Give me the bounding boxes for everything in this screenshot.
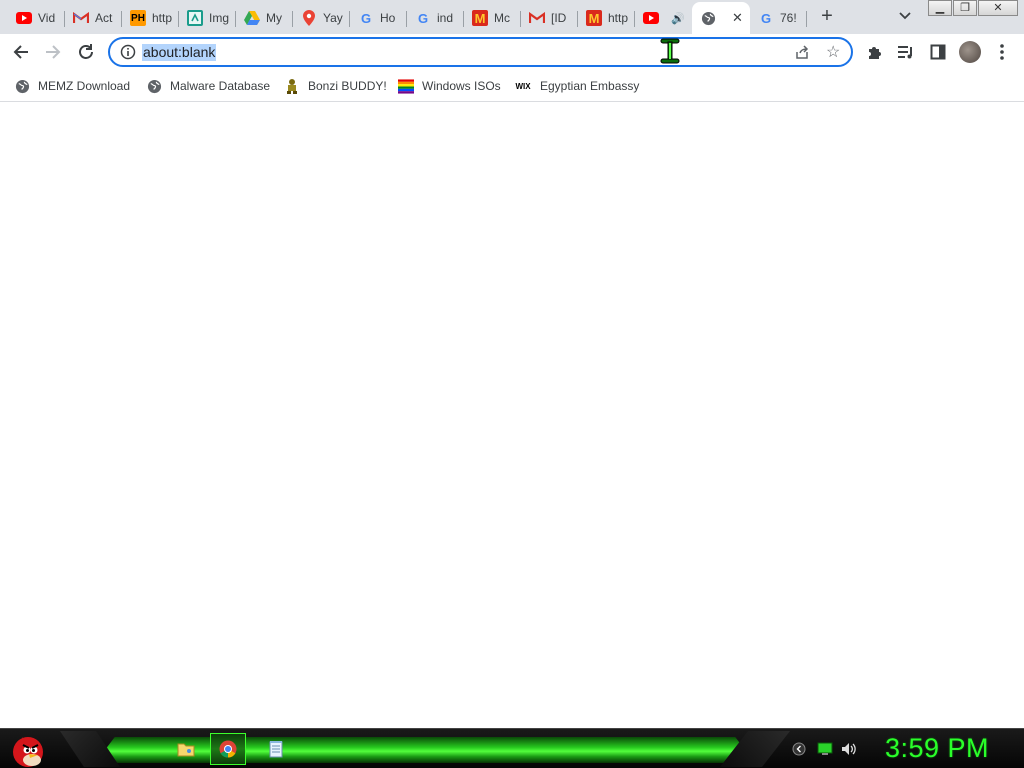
tab-title: Yay (323, 11, 343, 25)
bookmark-label: MEMZ Download (38, 79, 131, 93)
youtube-icon (643, 10, 659, 26)
bookmark-windows-isos[interactable]: Windows ISOs (398, 76, 501, 96)
bookmark-memz-download[interactable]: MEMZ Download (14, 76, 130, 96)
chrome-icon (219, 740, 237, 758)
tab-title: http (608, 11, 628, 25)
tab-search-chevron-icon[interactable] (896, 7, 914, 25)
mcdonalds-icon: M (586, 10, 602, 26)
taskbar-file-explorer[interactable] (168, 733, 204, 765)
tab[interactable]: Vid (8, 2, 65, 34)
taskbar-chrome[interactable] (210, 733, 246, 765)
tab[interactable]: M Mc (464, 2, 521, 34)
globe-icon (14, 78, 30, 94)
tab[interactable]: 🔊 (635, 2, 692, 34)
google-icon: G (360, 10, 372, 26)
tab-title: Mc (494, 11, 510, 25)
tab-title: [ID (551, 11, 567, 25)
chrome-menu-icon[interactable] (992, 42, 1012, 62)
tab-strip: Vid Act PH http Img My Yay G Ho G ind M … (0, 0, 1024, 34)
tab[interactable]: Act (65, 2, 122, 34)
tab[interactable]: My (236, 2, 293, 34)
text-cursor-icon (660, 38, 680, 64)
tab-title: Vid (38, 11, 56, 25)
wix-icon: WIX (515, 81, 531, 91)
tab[interactable]: G 76! (750, 2, 807, 34)
tab-title: Act (95, 11, 113, 25)
tab[interactable]: Img (179, 2, 236, 34)
taskbar-notepad[interactable] (258, 733, 294, 765)
tab-title: ind (437, 11, 454, 25)
minimize-button[interactable]: ▁ (928, 0, 952, 16)
google-maps-icon (301, 10, 317, 26)
share-icon[interactable] (794, 44, 810, 60)
tab[interactable]: M http (578, 2, 635, 34)
google-icon: G (760, 10, 772, 26)
gmail-icon (529, 10, 545, 26)
tab-title: Img (209, 11, 229, 25)
bookmark-star-icon[interactable]: ☆ (826, 42, 840, 62)
page-content[interactable] (0, 103, 1024, 728)
extensions-puzzle-icon[interactable] (864, 42, 884, 62)
bookmark-label: Malware Database (170, 79, 271, 93)
youtube-icon (16, 10, 32, 26)
tab[interactable]: PH http (122, 2, 179, 34)
close-tab-icon[interactable]: ✕ (732, 10, 743, 26)
tab[interactable]: G Ho (350, 2, 407, 34)
audio-playing-icon[interactable]: 🔊 (671, 12, 685, 25)
rainbow-flag-icon (398, 78, 414, 94)
reload-button[interactable] (74, 40, 98, 64)
network-monitor-icon[interactable] (816, 740, 834, 758)
tab-active[interactable]: ✕ (692, 2, 750, 34)
ph-icon: PH (130, 10, 146, 26)
imgflip-icon (187, 10, 203, 26)
new-tab-button[interactable]: + (816, 5, 838, 27)
mcdonalds-icon: M (472, 10, 488, 26)
bookmark-label: Egyptian Embassy (540, 79, 640, 93)
google-icon: G (417, 10, 429, 26)
maximize-button[interactable]: ❐ (953, 0, 977, 16)
url-text[interactable]: about:blank (142, 44, 217, 61)
tab[interactable]: Yay (293, 2, 350, 34)
back-button[interactable] (9, 40, 33, 64)
back-arrow-icon (13, 45, 28, 59)
tab[interactable]: G ind (407, 2, 464, 34)
forward-button[interactable] (41, 40, 65, 64)
media-controls-icon[interactable] (896, 42, 916, 62)
start-button-angry-bird-icon[interactable] (8, 730, 46, 768)
reload-icon (79, 44, 93, 59)
address-bar[interactable]: about:blank ☆ (108, 37, 853, 67)
profile-avatar[interactable] (959, 41, 981, 63)
window-close-button[interactable]: ✕ (978, 0, 1018, 16)
gmail-icon (73, 10, 89, 26)
taskbar (0, 728, 1024, 768)
bookmark-label: Windows ISOs (422, 79, 501, 93)
bonzi-icon (284, 78, 300, 94)
notepad-icon (269, 741, 283, 758)
tray-overflow-icon[interactable] (790, 740, 808, 758)
browser-toolbar: about:blank ☆ (0, 34, 1024, 70)
bookmark-egyptian-embassy[interactable]: WIX Egyptian Embassy (514, 76, 639, 96)
tab-title: http (152, 11, 172, 25)
google-drive-icon (244, 10, 260, 26)
file-explorer-icon (177, 743, 195, 757)
bookmark-bonzi-buddy[interactable]: Bonzi BUDDY! (284, 76, 387, 96)
volume-icon[interactable] (840, 740, 858, 758)
tab-title: 76! (780, 11, 797, 25)
globe-icon (700, 10, 716, 26)
bookmarks-bar: MEMZ Download Malware Database Bonzi BUD… (0, 70, 1024, 102)
side-panel-icon[interactable] (928, 42, 948, 62)
bookmark-malware-database[interactable]: Malware Database (146, 76, 270, 96)
forward-arrow-icon (46, 45, 61, 59)
taskbar-clock[interactable]: 3:59 PM (885, 731, 989, 765)
globe-icon (146, 78, 162, 94)
bookmark-label: Bonzi BUDDY! (308, 79, 387, 93)
site-info-icon[interactable] (120, 44, 136, 60)
tab-title: Ho (380, 11, 396, 25)
tab-list: Vid Act PH http Img My Yay G Ho G ind M … (8, 2, 807, 34)
tab[interactable]: [ID (521, 2, 578, 34)
tab-title: My (266, 11, 282, 25)
